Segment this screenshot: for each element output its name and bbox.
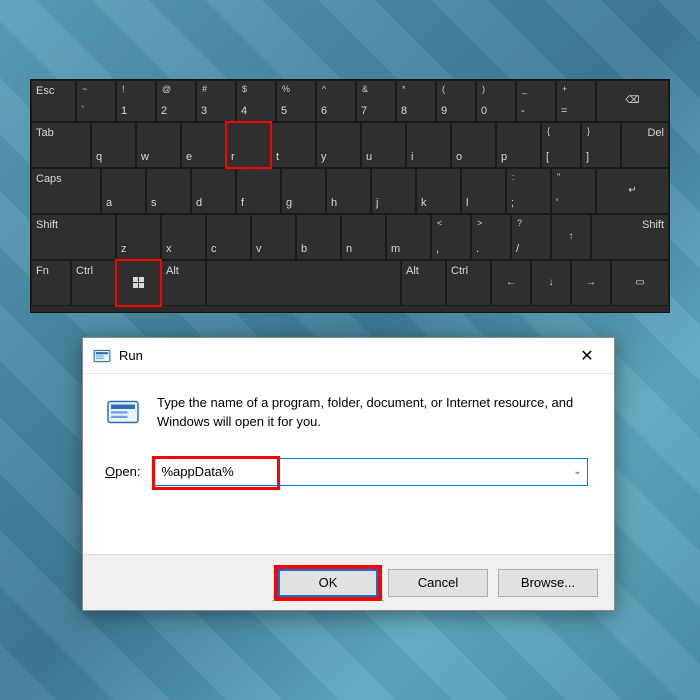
key-bracket-right[interactable]: }] (581, 122, 621, 168)
key-1[interactable]: !1 (116, 80, 156, 122)
dialog-description: Type the name of a program, folder, docu… (157, 394, 588, 432)
key-right-shift[interactable]: Shift (591, 214, 669, 260)
key-period[interactable]: >. (471, 214, 511, 260)
key-2[interactable]: @2 (156, 80, 196, 122)
key-right-ctrl[interactable]: Ctrl (446, 260, 491, 306)
arrow-left-icon: ← (506, 277, 516, 288)
open-combobox[interactable]: ⌄ (154, 458, 588, 486)
key-equals[interactable]: += (556, 80, 596, 122)
run-app-icon (93, 347, 111, 365)
key-comma[interactable]: <, (431, 214, 471, 260)
key-r[interactable]: r (226, 122, 271, 168)
key-enter[interactable]: ↵ (596, 168, 669, 214)
key-menu[interactable]: ▭ (611, 260, 669, 306)
ok-button[interactable]: OK (278, 569, 378, 597)
key-6[interactable]: ^6 (316, 80, 356, 122)
window-title: Run (119, 348, 564, 363)
key-esc[interactable]: Esc (31, 80, 76, 122)
ok-button-label: OK (319, 575, 338, 590)
key-minus[interactable]: _- (516, 80, 556, 122)
run-large-icon (105, 394, 141, 430)
key-y[interactable]: y (316, 122, 361, 168)
key-5[interactable]: %5 (276, 80, 316, 122)
key-0[interactable]: )0 (476, 80, 516, 122)
key-quote[interactable]: "' (551, 168, 596, 214)
key-left-ctrl[interactable]: Ctrl (71, 260, 116, 306)
key-4[interactable]: $4 (236, 80, 276, 122)
key-x[interactable]: x (161, 214, 206, 260)
key-del[interactable]: Del (621, 122, 669, 168)
key-spacebar[interactable] (206, 260, 401, 306)
titlebar[interactable]: Run ✕ (83, 338, 614, 374)
key-slash[interactable]: ?/ (511, 214, 551, 260)
windows-icon (133, 277, 144, 288)
enter-icon: ↵ (628, 185, 636, 196)
key-backspace[interactable]: ⌫ (596, 80, 669, 122)
key-o[interactable]: o (451, 122, 496, 168)
key-m[interactable]: m (386, 214, 431, 260)
run-dialog: Run ✕ Type the name of a program, folder… (82, 337, 615, 611)
key-tab[interactable]: Tab (31, 122, 91, 168)
cancel-button[interactable]: Cancel (388, 569, 488, 597)
backspace-icon: ⌫ (625, 95, 639, 106)
key-right-alt[interactable]: Alt (401, 260, 446, 306)
key-arrow-up[interactable]: ↑ (551, 214, 591, 260)
close-icon: ✕ (580, 346, 593, 366)
key-p[interactable]: p (496, 122, 541, 168)
key-capslock[interactable]: Caps (31, 168, 101, 214)
key-a[interactable]: a (101, 168, 146, 214)
arrow-right-icon: → (586, 277, 596, 288)
dialog-body: Type the name of a program, folder, docu… (83, 374, 614, 554)
chevron-down-icon: ⌄ (573, 466, 581, 477)
key-t[interactable]: t (271, 122, 316, 168)
arrow-down-icon: ↓ (549, 277, 554, 288)
key-l[interactable]: l (461, 168, 506, 214)
key-8[interactable]: *8 (396, 80, 436, 122)
cancel-button-label: Cancel (418, 575, 458, 590)
key-q[interactable]: q (91, 122, 136, 168)
key-arrow-down[interactable]: ↓ (531, 260, 571, 306)
key-e[interactable]: e (181, 122, 226, 168)
browse-button[interactable]: Browse... (498, 569, 598, 597)
key-9[interactable]: (9 (436, 80, 476, 122)
key-bracket-left[interactable]: {[ (541, 122, 581, 168)
key-z[interactable]: z (116, 214, 161, 260)
arrow-up-icon: ↑ (569, 231, 574, 242)
key-g[interactable]: g (281, 168, 326, 214)
key-b[interactable]: b (296, 214, 341, 260)
browse-button-label: Browse... (521, 575, 575, 590)
key-semicolon[interactable]: :; (506, 168, 551, 214)
menu-icon: ▭ (635, 277, 644, 288)
key-f[interactable]: f (236, 168, 281, 214)
button-bar: OK Cancel Browse... (83, 554, 614, 610)
key-d[interactable]: d (191, 168, 236, 214)
combo-dropdown-button[interactable]: ⌄ (568, 459, 587, 485)
key-k[interactable]: k (416, 168, 461, 214)
key-s[interactable]: s (146, 168, 191, 214)
key-n[interactable]: n (341, 214, 386, 260)
key-left-alt[interactable]: Alt (161, 260, 206, 306)
open-input[interactable] (155, 464, 567, 479)
key-backtick[interactable]: ~` (76, 80, 116, 122)
key-arrow-right[interactable]: → (571, 260, 611, 306)
key-arrow-left[interactable]: ← (491, 260, 531, 306)
key-u[interactable]: u (361, 122, 406, 168)
key-i[interactable]: i (406, 122, 451, 168)
key-3[interactable]: #3 (196, 80, 236, 122)
close-button[interactable]: ✕ (564, 338, 610, 373)
key-left-shift[interactable]: Shift (31, 214, 116, 260)
key-w[interactable]: w (136, 122, 181, 168)
open-label: Open: (105, 464, 140, 479)
key-v[interactable]: v (251, 214, 296, 260)
key-h[interactable]: h (326, 168, 371, 214)
key-windows[interactable] (116, 260, 161, 306)
key-c[interactable]: c (206, 214, 251, 260)
key-fn[interactable]: Fn (31, 260, 71, 306)
on-screen-keyboard: Esc ~` !1 @2 #3 $4 %5 ^6 &7 *8 (9 )0 _- … (30, 79, 670, 313)
key-j[interactable]: j (371, 168, 416, 214)
key-7[interactable]: &7 (356, 80, 396, 122)
